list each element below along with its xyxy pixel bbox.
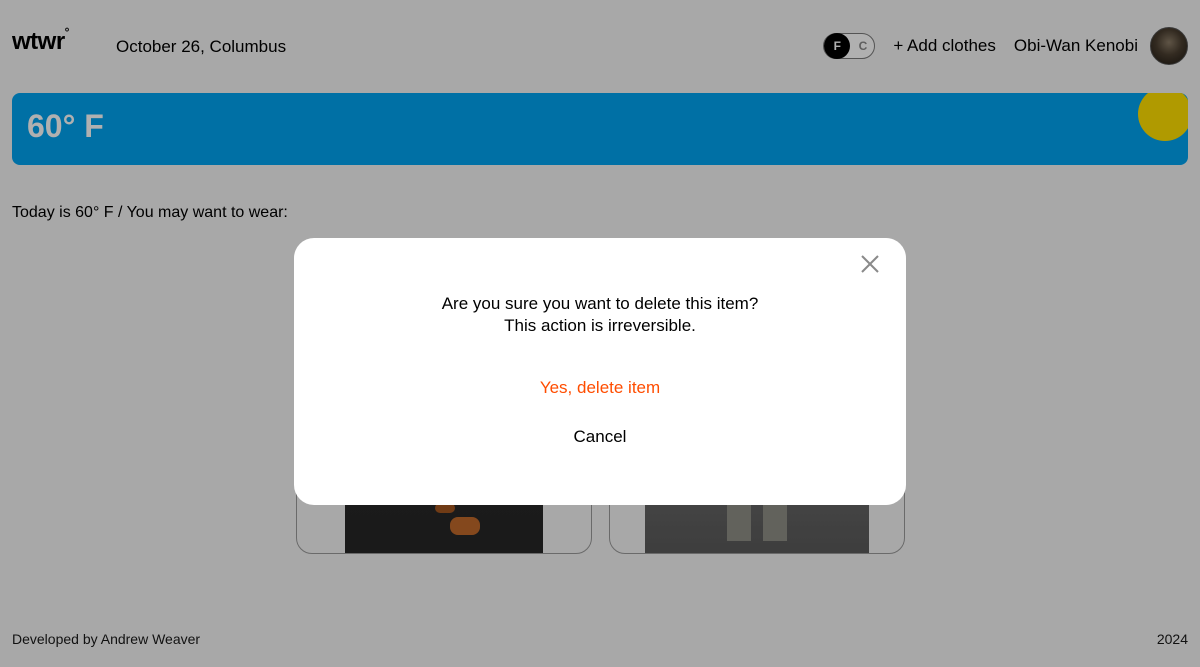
cancel-button[interactable]: Cancel — [294, 427, 906, 447]
modal-message-line2: This action is irreversible. — [504, 316, 696, 335]
modal-message: Are you sure you want to delete this ite… — [294, 293, 906, 337]
delete-confirmation-modal: Are you sure you want to delete this ite… — [294, 238, 906, 505]
confirm-delete-button[interactable]: Yes, delete item — [294, 378, 906, 398]
modal-message-line1: Are you sure you want to delete this ite… — [441, 294, 759, 313]
page: wtwr° October 26, Columbus F C + Add clo… — [0, 0, 1200, 667]
close-icon[interactable] — [860, 254, 880, 274]
